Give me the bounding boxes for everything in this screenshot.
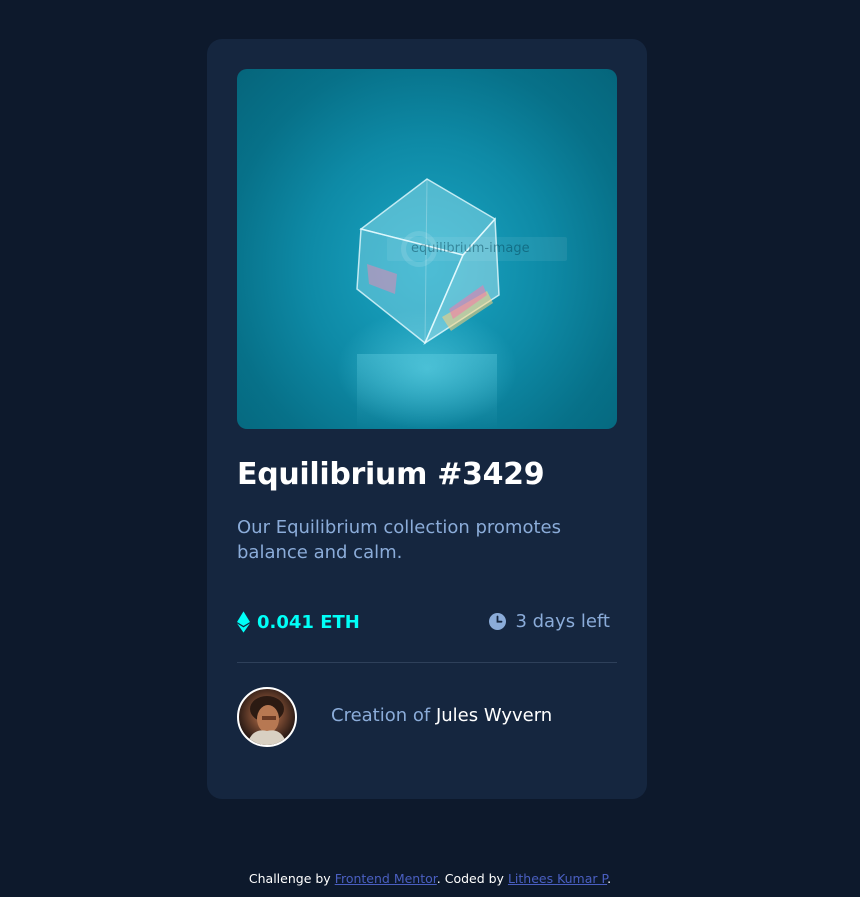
nft-description: Our Equilibrium collection promotes bala… [237, 517, 561, 563]
price-info: 0.041 ETH [237, 611, 360, 633]
creator-line: Creation of Jules Wyvern [331, 705, 552, 726]
card-divider [237, 662, 617, 663]
time-left-value: 3 days left [515, 611, 610, 632]
nft-image[interactable]: equilibrium-image [237, 69, 617, 429]
frontend-mentor-link[interactable]: Frontend Mentor [335, 871, 437, 886]
author-link[interactable]: Lithees Kumar P [508, 871, 607, 886]
image-alt-text: equilibrium-image [411, 241, 530, 256]
ethereum-icon [237, 611, 250, 633]
attribution-footer: Challenge by Frontend Mentor. Coded by L… [0, 871, 860, 886]
footer-end: . [607, 871, 612, 886]
nft-card: equilibrium-image Equilibrium #3429 Our … [207, 39, 647, 799]
price-value: 0.041 ETH [257, 611, 360, 633]
challenge-prefix: Challenge by [248, 871, 331, 886]
coded-prefix: . Coded by [436, 871, 504, 886]
creator-avatar [237, 687, 297, 747]
clock-icon [489, 613, 507, 630]
broken-image-placeholder: equilibrium-image [387, 231, 567, 267]
creator-name[interactable]: Jules Wyvern [436, 705, 552, 726]
time-left-info: 3 days left [489, 611, 610, 632]
creator-prefix: Creation of [331, 705, 431, 726]
nft-title[interactable]: Equilibrium #3429 [237, 457, 545, 492]
